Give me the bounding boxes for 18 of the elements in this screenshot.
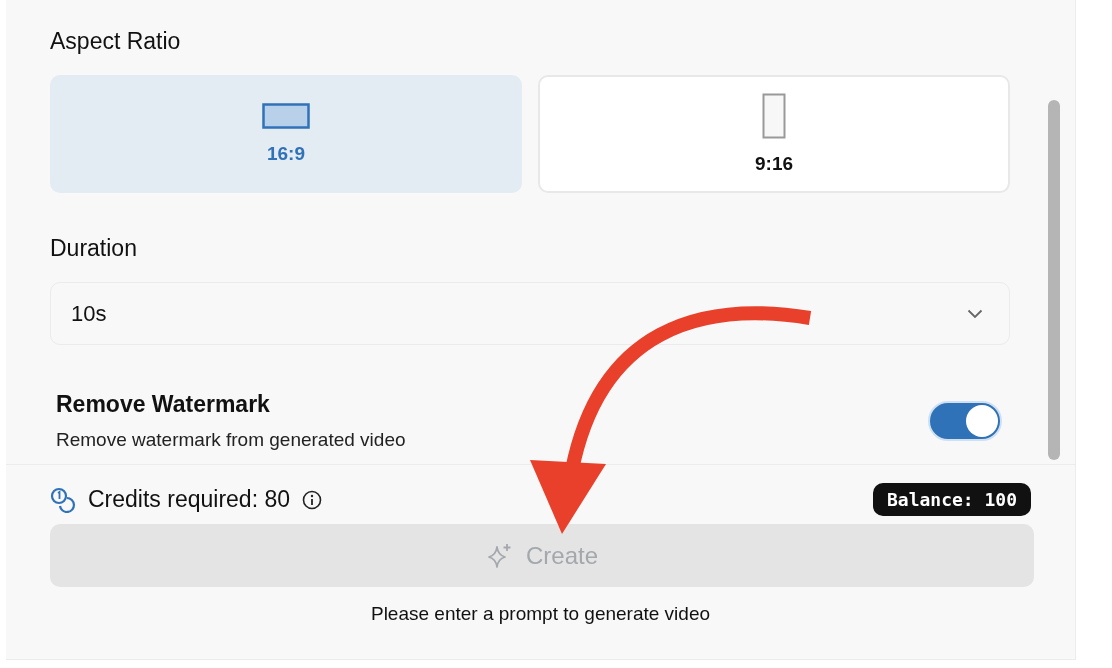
- duration-dropdown[interactable]: 10s: [50, 282, 1010, 345]
- credits-text: Credits required: 80: [88, 486, 290, 513]
- scrollbar[interactable]: [1048, 100, 1060, 460]
- chevron-down-icon: [967, 308, 983, 319]
- info-icon[interactable]: [302, 489, 322, 510]
- portrait-rectangle-icon: [762, 93, 786, 139]
- landscape-rectangle-icon: [262, 103, 310, 129]
- toggle-switch[interactable]: [928, 401, 1002, 441]
- section-title: Duration: [50, 235, 138, 262]
- aspect-option[interactable]: 16:9: [50, 75, 522, 193]
- section-title: Aspect Ratio: [50, 28, 182, 55]
- aspect-option[interactable]: 9:16: [538, 75, 1010, 193]
- setting-title: Remove Watermark: [56, 391, 271, 418]
- sparkle-icon: [485, 541, 514, 570]
- balance-badge: Balance: 100: [872, 483, 1031, 516]
- setting-description: Remove watermark from generated video: [56, 429, 406, 451]
- coins-icon: [50, 486, 76, 513]
- hint-text: Please enter a prompt to generate video: [369, 603, 712, 625]
